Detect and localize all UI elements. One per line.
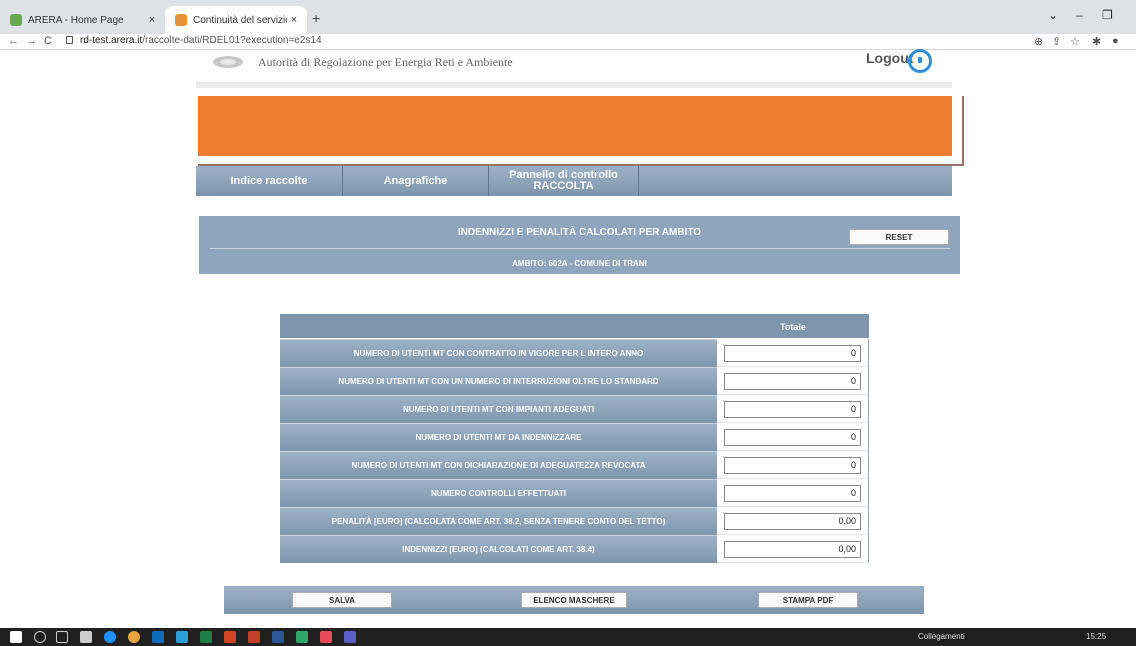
- row-label: INDENNIZZI [EURO] (CALCOLATI COME ART. 3…: [280, 535, 717, 563]
- lock-icon: [66, 36, 73, 44]
- column-header-totale: Totale: [780, 322, 806, 332]
- arera-favicon-icon: [175, 14, 187, 26]
- explorer-icon[interactable]: [176, 631, 188, 643]
- value-input[interactable]: 0: [724, 345, 861, 362]
- value-input[interactable]: 0: [724, 429, 861, 446]
- header-divider: [196, 82, 952, 88]
- row-label: NUMERO DI UTENTI MT CON UN NUMERO DI INT…: [280, 367, 717, 395]
- row-label: NUMERO DI UTENTI MT CON CONTRATTO IN VIG…: [280, 339, 717, 367]
- store-icon[interactable]: [80, 631, 92, 643]
- chrome-icon[interactable]: [128, 631, 140, 643]
- forward-icon[interactable]: →: [26, 34, 37, 48]
- logout-link[interactable]: Logout: [866, 50, 913, 66]
- url-host: rd-test.arera.it: [80, 35, 143, 46]
- app-icon[interactable]: [320, 631, 332, 643]
- network-label[interactable]: Collegamenti: [918, 632, 965, 641]
- browser-tab-continuita[interactable]: Continuità del servizio elettrico ×: [165, 6, 307, 34]
- ambito-subtitle: AMBITO: 602A - COMUNE DI TRANI: [512, 259, 647, 268]
- save-button[interactable]: SALVA: [292, 592, 392, 608]
- zoom-icon[interactable]: ⊕: [1034, 35, 1043, 48]
- sheets-icon[interactable]: [296, 631, 308, 643]
- list-masks-button[interactable]: ELENCO MASCHERE: [521, 592, 627, 608]
- tab-title: Continuità del servizio elettrico: [193, 14, 287, 26]
- value-input[interactable]: 0: [724, 485, 861, 502]
- banner-shadow: [962, 96, 964, 166]
- url-field[interactable]: rd-test.arera.it/raccolte-dati/RDEL01?ex…: [80, 35, 322, 46]
- arera-logo-icon: [213, 56, 243, 68]
- close-tab-icon[interactable]: ×: [287, 14, 301, 26]
- tab-title: ARERA - Home Page: [28, 14, 124, 26]
- start-icon[interactable]: [10, 631, 22, 643]
- menu-item-anagrafiche[interactable]: Anagrafiche: [343, 166, 489, 196]
- close-tab-icon[interactable]: ×: [145, 14, 159, 26]
- powerpoint-icon[interactable]: [248, 631, 260, 643]
- value-input[interactable]: 0: [724, 373, 861, 390]
- section-divider: [210, 248, 950, 249]
- menu-item-indice-raccolte[interactable]: Indice raccolte: [196, 166, 343, 196]
- profile-icon[interactable]: ●: [1112, 35, 1119, 47]
- orange-banner: [198, 96, 952, 156]
- value-input[interactable]: 0: [724, 457, 861, 474]
- value-input[interactable]: 0,00: [724, 541, 861, 558]
- logout-icon[interactable]: [908, 49, 932, 73]
- search-icon[interactable]: [34, 631, 46, 643]
- row-label: NUMERO CONTROLLI EFFETTUATI: [280, 479, 717, 507]
- teams-icon[interactable]: [344, 631, 356, 643]
- print-pdf-button[interactable]: STAMPA PDF: [758, 592, 858, 608]
- value-input[interactable]: 0,00: [724, 513, 861, 530]
- access-icon[interactable]: [224, 631, 236, 643]
- reset-button[interactable]: RESET: [849, 229, 949, 245]
- menu-item-pannello-controllo[interactable]: Pannello di controllo RACCOLTA: [489, 166, 639, 196]
- clock-time[interactable]: 15:25: [1086, 632, 1106, 641]
- task-view-icon[interactable]: [56, 631, 68, 643]
- share-icon[interactable]: ⇪: [1052, 35, 1061, 48]
- maximize-button[interactable]: ❐: [1102, 8, 1113, 22]
- windows-taskbar: [0, 628, 1136, 646]
- reload-icon[interactable]: C: [44, 34, 52, 48]
- authority-name: Autorità di Regolazione per Energia Reti…: [258, 55, 513, 69]
- word-icon[interactable]: [272, 631, 284, 643]
- tab-search-icon[interactable]: ⌄: [1048, 8, 1058, 22]
- new-tab-button[interactable]: +: [312, 10, 320, 26]
- value-input[interactable]: 0: [724, 401, 861, 418]
- row-label: NUMERO DI UTENTI MT DA INDENNIZZARE: [280, 423, 717, 451]
- extensions-icon[interactable]: ✱: [1092, 35, 1101, 48]
- back-icon[interactable]: ←: [8, 34, 19, 48]
- row-label: NUMERO DI UTENTI MT CON IMPIANTI ADEGUAT…: [280, 395, 717, 423]
- row-label: NUMERO DI UTENTI MT CON DICHIARAZIONE DI…: [280, 451, 717, 479]
- excel-icon[interactable]: [200, 631, 212, 643]
- edge-icon[interactable]: [104, 631, 116, 643]
- outlook-icon[interactable]: [152, 631, 164, 643]
- section-title: INDENNIZZI E PENALITÀ CALCOLATI PER AMBI…: [457, 227, 702, 238]
- row-label: PENALITÀ [EURO] (CALCOLATA COME ART. 38.…: [280, 507, 717, 535]
- arera-favicon-icon: [10, 14, 22, 26]
- url-path: /raccolte-dati/RDEL01?execution=e2s14: [142, 35, 322, 46]
- browser-tab-home[interactable]: ARERA - Home Page ×: [0, 6, 165, 34]
- minimize-button[interactable]: –: [1076, 8, 1083, 22]
- bookmark-star-icon[interactable]: ☆: [1070, 35, 1080, 48]
